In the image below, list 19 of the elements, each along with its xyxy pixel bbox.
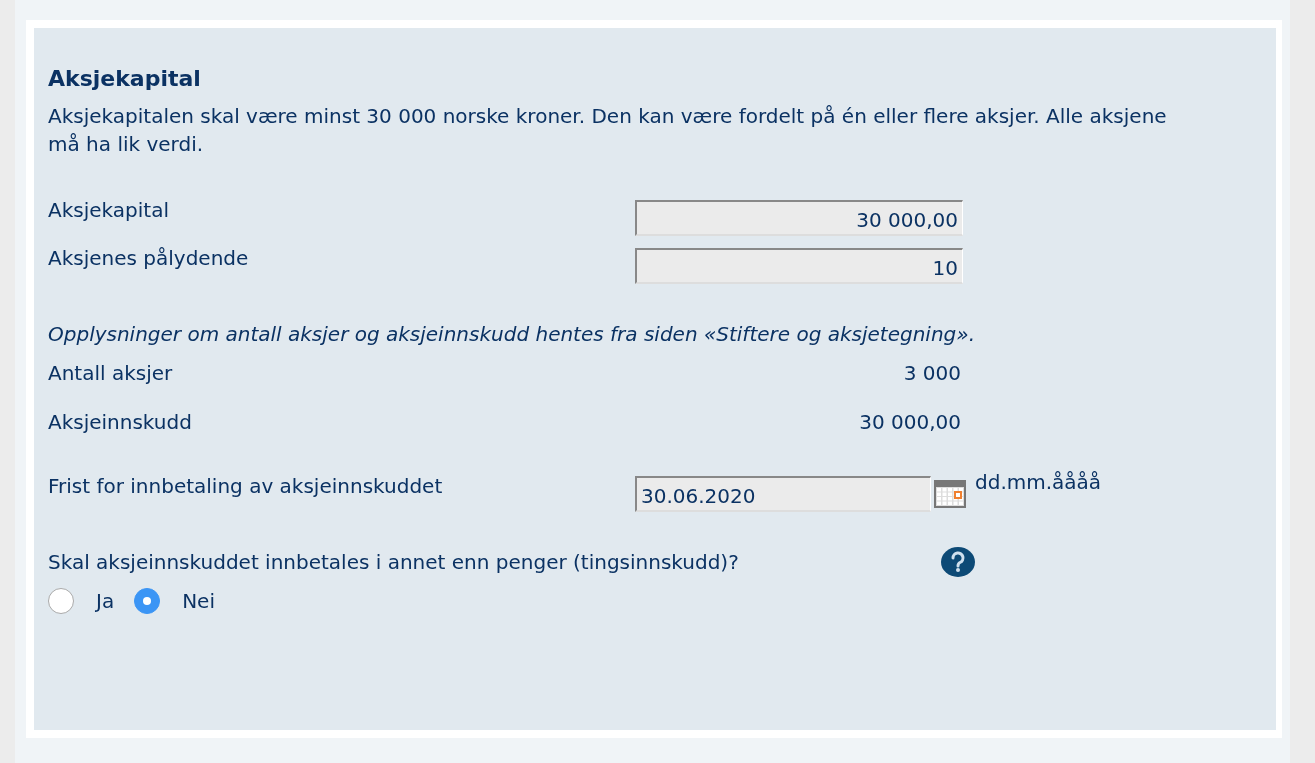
help-icon[interactable] xyxy=(940,545,976,579)
field-label: Aksjekapital xyxy=(48,197,170,222)
radio-option[interactable]: Nei xyxy=(134,586,215,616)
input-field[interactable]: 10 xyxy=(635,248,963,284)
date-field[interactable]: 30.06.2020 xyxy=(635,476,931,512)
section-title: Aksjekapital xyxy=(48,65,202,93)
field-label: Aksjenes pålydende xyxy=(48,245,250,270)
field-label: Antall aksjer xyxy=(48,360,174,385)
field-value: 3 000 xyxy=(902,360,961,385)
field-label: Frist for innbetaling av aksjeinnskuddet xyxy=(48,473,444,498)
input-field[interactable]: 30 000,00 xyxy=(635,200,963,236)
intro-text: Aksjekapitalen skal være minst 30 000 norske kroner. Den kan være fordelt på én eller flere aksjer. Alle aksjene må ha lik verdi. xyxy=(48,103,1168,158)
field-label: Aksjeinnskudd xyxy=(48,409,193,434)
question-text: Skal aksjeinnskuddet innbetales i annet enn penger (tingsinnskudd)? xyxy=(48,550,740,574)
info-note: Opplysninger om antall aksjer og aksjeinnskudd hentes fra siden «Stiftere og aksjetegning». xyxy=(48,321,976,348)
calendar-icon[interactable] xyxy=(934,480,966,508)
field-value: 30 000,00 xyxy=(858,409,961,434)
radio-option[interactable]: Ja xyxy=(48,586,115,616)
format-hint: dd.mm.åååå xyxy=(975,470,1102,494)
